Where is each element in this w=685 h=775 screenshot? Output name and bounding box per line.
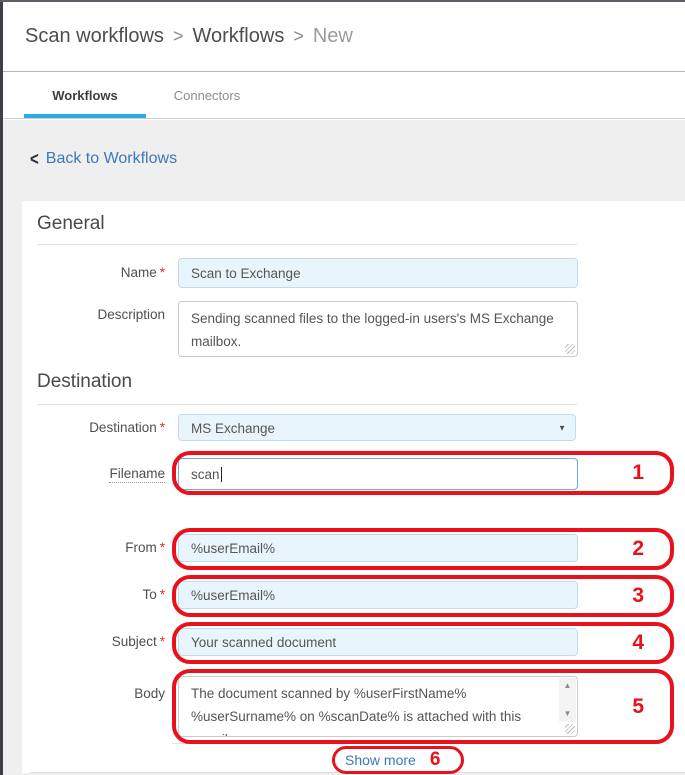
- workflow-form-card: General Name* Scan to Exchange Descripti…: [22, 201, 685, 773]
- window-left-border: [0, 0, 3, 775]
- section-divider: [37, 404, 577, 405]
- section-title-general: General: [37, 213, 105, 235]
- description-textarea[interactable]: Sending scanned files to the logged-in u…: [178, 301, 578, 357]
- breadcrumb: Scan workflows > Workflows > New: [25, 0, 353, 72]
- scroll-down-icon[interactable]: ▼: [564, 710, 572, 718]
- to-input[interactable]: %userEmail%: [178, 581, 578, 609]
- window-top-border: [0, 0, 685, 2]
- to-label: To*: [22, 587, 165, 602]
- from-label: From*: [22, 540, 165, 555]
- destination-label: Destination*: [22, 420, 165, 435]
- breadcrumb-new: New: [313, 25, 353, 48]
- annotation-box-6: Show more 6: [332, 746, 464, 774]
- required-asterisk: *: [160, 587, 165, 602]
- subject-label: Subject*: [22, 634, 165, 649]
- chevron-down-icon: ▼: [558, 414, 566, 441]
- section-title-destination: Destination: [37, 371, 132, 393]
- resize-grip-icon[interactable]: [565, 724, 575, 734]
- body-label: Body: [22, 686, 165, 701]
- breadcrumb-scan-workflows: Scan workflows: [25, 25, 164, 48]
- required-asterisk: *: [160, 420, 165, 435]
- breadcrumb-separator-icon: >: [293, 26, 304, 47]
- subject-input[interactable]: Your scanned document: [178, 628, 578, 656]
- section-divider: [37, 244, 577, 245]
- annotation-number-5: 5: [632, 695, 644, 719]
- tab-workflows[interactable]: Workflows: [24, 73, 146, 118]
- annotation-number-6: 6: [430, 749, 441, 771]
- show-more-divider: [172, 743, 572, 744]
- text-cursor: [221, 467, 222, 482]
- back-link-label: Back to Workflows: [46, 150, 177, 168]
- annotation-number-1: 1: [632, 461, 644, 485]
- annotation-number-3: 3: [632, 584, 644, 608]
- page-header: Scan workflows > Workflows > New: [0, 0, 685, 72]
- tab-bar: Workflows Connectors: [0, 73, 685, 119]
- body-scrollbar[interactable]: ▲ ▼: [559, 678, 576, 722]
- body-textarea[interactable]: The document scanned by %userFirstName% …: [178, 676, 578, 737]
- show-more-link[interactable]: Show more: [345, 752, 416, 768]
- page-content: < Back to Workflows General Name* Scan t…: [0, 120, 685, 775]
- name-input[interactable]: Scan to Exchange: [178, 258, 578, 288]
- annotation-number-4: 4: [632, 631, 644, 655]
- destination-select[interactable]: MS Exchange ▼: [178, 414, 576, 441]
- breadcrumb-workflows: Workflows: [192, 25, 284, 48]
- scroll-up-icon[interactable]: ▲: [564, 682, 572, 690]
- annotation-number-2: 2: [632, 537, 644, 561]
- required-asterisk: *: [160, 634, 165, 649]
- back-chevron-icon: <: [30, 148, 39, 169]
- name-label: Name*: [22, 265, 165, 280]
- filename-input[interactable]: scan: [178, 458, 578, 490]
- from-input[interactable]: %userEmail%: [178, 534, 578, 562]
- back-to-workflows-link[interactable]: < Back to Workflows: [30, 150, 177, 168]
- description-label: Description: [22, 307, 165, 322]
- breadcrumb-separator-icon: >: [173, 26, 184, 47]
- required-asterisk: *: [160, 540, 165, 555]
- tab-connectors[interactable]: Connectors: [146, 73, 268, 118]
- required-asterisk: *: [160, 265, 165, 280]
- resize-grip-icon[interactable]: [565, 344, 575, 354]
- filename-label: Filename: [22, 466, 165, 481]
